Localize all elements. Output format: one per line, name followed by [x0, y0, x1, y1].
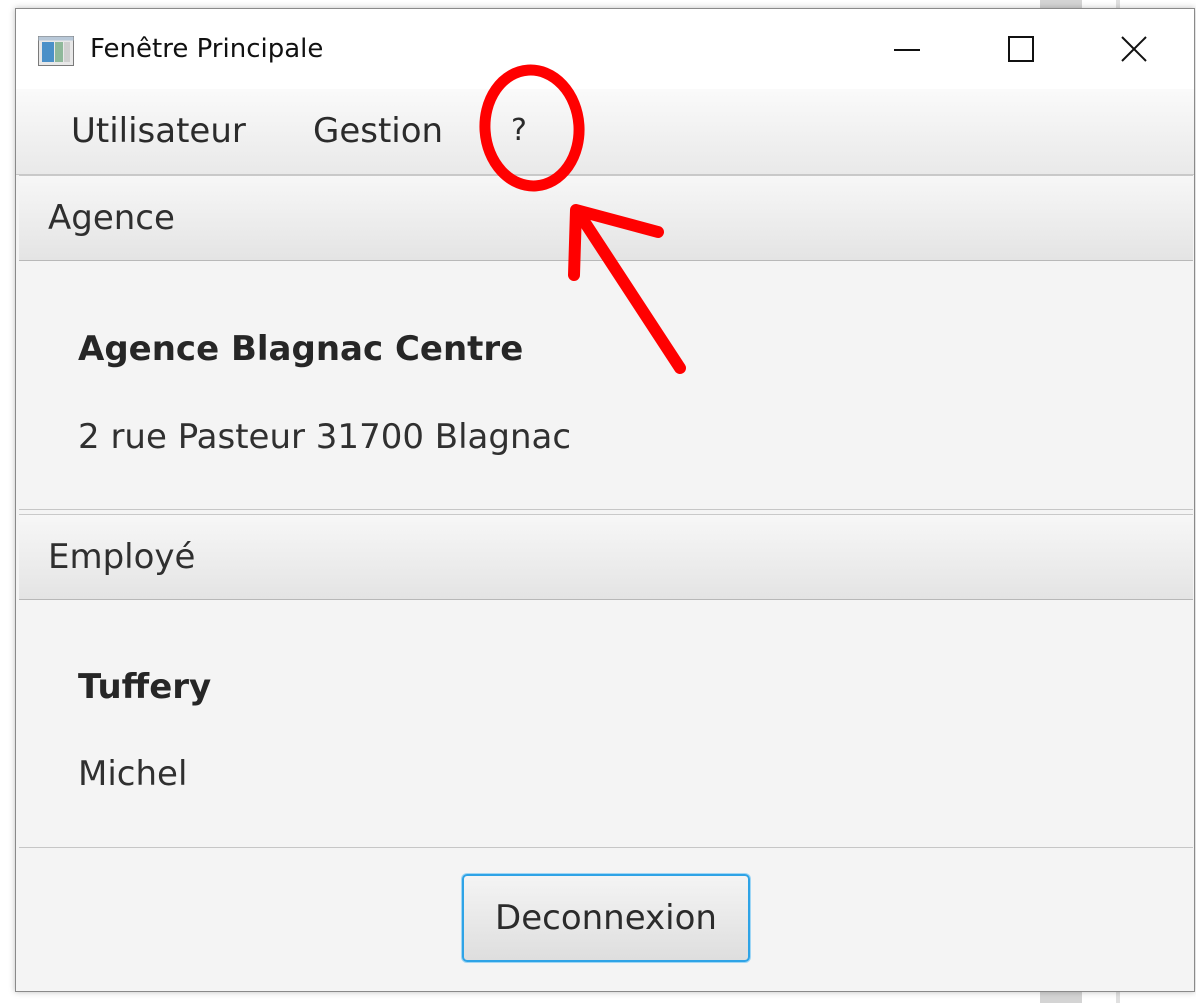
- minimize-button[interactable]: [852, 9, 962, 89]
- close-icon: [1121, 36, 1147, 62]
- agence-panel-header[interactable]: Agence: [19, 175, 1193, 261]
- maximize-icon: [1008, 36, 1034, 62]
- menu-utilisateur[interactable]: Utilisateur: [71, 107, 246, 155]
- menu-bar: Utilisateur Gestion ?: [16, 89, 1194, 175]
- footer-divider: [19, 847, 1193, 848]
- maximize-button[interactable]: [966, 9, 1076, 89]
- title-bar[interactable]: Fenêtre Principale: [16, 9, 1194, 89]
- menu-help[interactable]: ?: [511, 107, 527, 155]
- window-title: Fenêtre Principale: [90, 34, 324, 64]
- minimize-icon: [894, 49, 920, 51]
- logout-button[interactable]: Deconnexion: [462, 874, 750, 962]
- app-window-icon: [38, 36, 74, 66]
- menu-gestion[interactable]: Gestion: [313, 107, 443, 155]
- close-button[interactable]: [1079, 9, 1189, 89]
- section-divider: [19, 509, 1193, 510]
- main-window: Fenêtre Principale Utilisateur Gestion ?…: [15, 8, 1195, 992]
- employe-last-name: Tuffery: [78, 667, 212, 707]
- agence-address: 2 rue Pasteur 31700 Blagnac: [78, 417, 572, 457]
- agence-name: Agence Blagnac Centre: [78, 329, 524, 369]
- employe-panel-header[interactable]: Employé: [19, 514, 1193, 600]
- employe-first-name: Michel: [78, 754, 188, 794]
